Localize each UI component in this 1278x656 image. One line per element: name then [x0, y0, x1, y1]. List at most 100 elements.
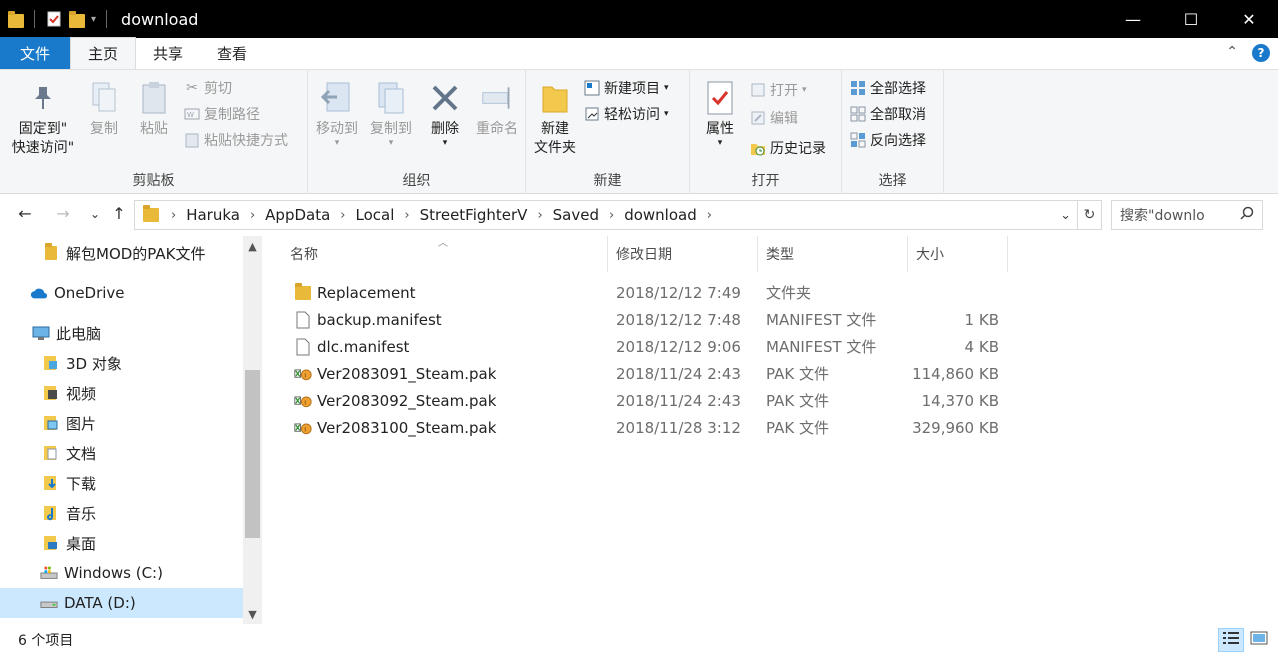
nav-item-drive-d[interactable]: DATA (D:) [0, 588, 243, 618]
select-none-button[interactable]: 全部取消 [850, 104, 926, 124]
nav-item-onedrive[interactable]: OneDrive [0, 278, 243, 308]
breadcrumb-local[interactable]: Local [356, 206, 395, 224]
pin-quick-access-button[interactable]: 固定到" 快速访问" [8, 80, 78, 158]
nav-item-3d-objects[interactable]: 3D 对象 [0, 348, 243, 378]
file-row[interactable]: dlc.manifest 2018/12/12 9:06 MANIFEST 文件… [284, 333, 1004, 360]
large-icons-view-button[interactable] [1246, 628, 1272, 652]
breadcrumb-download[interactable]: download [624, 206, 697, 224]
file-row[interactable]: i Ver2083100_Steam.pak 2018/11/28 3:12 P… [284, 414, 1004, 441]
maximize-button[interactable]: ☐ [1162, 0, 1220, 38]
nav-item-downloads[interactable]: 下载 [0, 468, 243, 498]
file-row[interactable]: i Ver2083091_Steam.pak 2018/11/24 2:43 P… [284, 360, 1004, 387]
chevron-down-icon: ▾ [442, 138, 448, 148]
file-type: 文件夹 [766, 284, 812, 302]
properties-button[interactable]: 属性 ▾ [700, 80, 740, 148]
nav-item-pictures[interactable]: 图片 [0, 408, 243, 438]
new-item-button[interactable]: 新建项目 ▾ [584, 78, 669, 98]
cut-button[interactable]: ✂ 剪切 [184, 78, 232, 98]
new-item-label: 新建项目 [604, 81, 660, 97]
easy-access-button[interactable]: 轻松访问 ▾ [584, 104, 669, 124]
chevron-right-icon[interactable]: › [171, 208, 176, 223]
nav-item-documents[interactable]: 文档 [0, 438, 243, 468]
divider [34, 10, 35, 28]
select-all-button[interactable]: 全部选择 [850, 78, 926, 98]
copy-path-button[interactable]: W 复制路径 [184, 104, 260, 124]
new-folder-icon[interactable] [69, 10, 85, 28]
chevron-right-icon[interactable]: › [537, 208, 542, 223]
forward-arrow-icon[interactable]: → [52, 204, 74, 223]
scrollbar-thumb[interactable] [245, 370, 260, 538]
properties-icon[interactable] [45, 10, 63, 28]
back-arrow-icon[interactable]: ← [14, 204, 36, 223]
nav-item-music[interactable]: 音乐 [0, 498, 243, 528]
new-folder-button[interactable]: 新建 文件夹 [532, 80, 578, 158]
breadcrumb-streetfighterv[interactable]: StreetFighterV [420, 206, 528, 224]
minimize-button[interactable]: — [1104, 0, 1162, 38]
chevron-down-icon: ▾ [664, 109, 669, 119]
file-row[interactable]: Replacement 2018/12/12 7:49 文件夹 [284, 279, 1004, 306]
address-bar[interactable]: › Haruka › AppData › Local › StreetFight… [134, 200, 1078, 230]
collapse-ribbon-icon[interactable]: ⌃ [1226, 44, 1238, 62]
search-icon [1240, 206, 1254, 224]
file-name: dlc.manifest [317, 337, 410, 356]
nav-item-videos[interactable]: 视频 [0, 378, 243, 408]
column-header-name[interactable]: 名称 [282, 236, 608, 272]
breadcrumb-saved[interactable]: Saved [553, 206, 599, 224]
svg-text:i: i [304, 398, 306, 406]
rename-button[interactable]: 重命名 [472, 80, 522, 139]
breadcrumb-appdata[interactable]: AppData [265, 206, 330, 224]
copy-to-button[interactable]: 复制到 ▾ [366, 80, 416, 148]
details-view-button[interactable] [1218, 628, 1244, 652]
tab-share[interactable]: 共享 [136, 37, 200, 69]
svg-text:i: i [304, 425, 306, 433]
refresh-icon[interactable]: ↻ [1078, 200, 1102, 230]
window-title: download [121, 9, 199, 29]
navigation-pane-scrollbar[interactable]: ▲ ▼ [243, 236, 262, 624]
chevron-right-icon[interactable]: › [340, 208, 345, 223]
nav-item-label: 图片 [66, 414, 97, 433]
chevron-right-icon[interactable]: › [250, 208, 255, 223]
file-row[interactable]: backup.manifest 2018/12/12 7:48 MANIFEST… [284, 306, 1004, 333]
up-arrow-icon[interactable]: ↑ [108, 204, 130, 223]
breadcrumb-haruka[interactable]: Haruka [186, 206, 240, 224]
file-icon [294, 338, 312, 356]
tab-home[interactable]: 主页 [70, 37, 137, 69]
delete-button[interactable]: 删除 ▾ [426, 80, 464, 148]
open-button[interactable]: 打开 ▾ [750, 80, 807, 100]
copy-path-label: 复制路径 [204, 107, 260, 123]
chevron-right-icon[interactable]: › [707, 208, 712, 223]
scroll-up-icon[interactable]: ▲ [243, 240, 262, 253]
move-to-button[interactable]: 移动到 ▾ [312, 80, 362, 148]
nav-item-this-pc[interactable]: 此电脑 [0, 318, 243, 348]
file-size: 329,960 KB [912, 418, 999, 437]
recent-locations-icon[interactable]: ⌄ [84, 207, 106, 221]
close-button[interactable]: ✕ [1220, 0, 1278, 38]
nav-item-pak-folder[interactable]: 解包MOD的PAK文件 [0, 238, 243, 268]
nav-item-drive-c[interactable]: Windows (C:) [0, 558, 243, 588]
file-date: 2018/12/12 9:06 [616, 337, 741, 356]
column-header-date[interactable]: 修改日期 [608, 236, 758, 272]
tab-file[interactable]: 文件 [0, 37, 70, 69]
scroll-down-icon[interactable]: ▼ [243, 608, 262, 621]
chevron-right-icon[interactable]: › [404, 208, 409, 223]
column-header-size[interactable]: 大小 [908, 236, 1008, 272]
select-all-icon [850, 80, 866, 96]
tab-view[interactable]: 查看 [200, 37, 264, 69]
chevron-down-icon[interactable]: ▾ [91, 14, 96, 25]
copy-label: 复制 [90, 121, 118, 137]
chevron-right-icon[interactable]: › [609, 208, 614, 223]
address-dropdown-icon[interactable]: ⌄ [1060, 208, 1071, 223]
clipboard-group-label: 剪贴板 [132, 173, 175, 189]
nav-item-desktop[interactable]: 桌面 [0, 528, 243, 558]
edit-button[interactable]: 编辑 [750, 108, 798, 128]
pak-icon: i [294, 365, 312, 383]
copy-button[interactable]: 复制 [84, 80, 124, 139]
paste-shortcut-button[interactable]: 粘贴快捷方式 [184, 130, 288, 150]
invert-selection-button[interactable]: 反向选择 [850, 130, 926, 150]
column-header-type[interactable]: 类型 [758, 236, 908, 272]
paste-button[interactable]: 粘贴 [134, 80, 174, 139]
file-row[interactable]: i Ver2083092_Steam.pak 2018/11/24 2:43 P… [284, 387, 1004, 414]
help-icon[interactable]: ? [1252, 44, 1270, 62]
history-button[interactable]: 历史记录 [750, 138, 826, 158]
search-input[interactable]: 搜索"downlo [1111, 200, 1263, 230]
